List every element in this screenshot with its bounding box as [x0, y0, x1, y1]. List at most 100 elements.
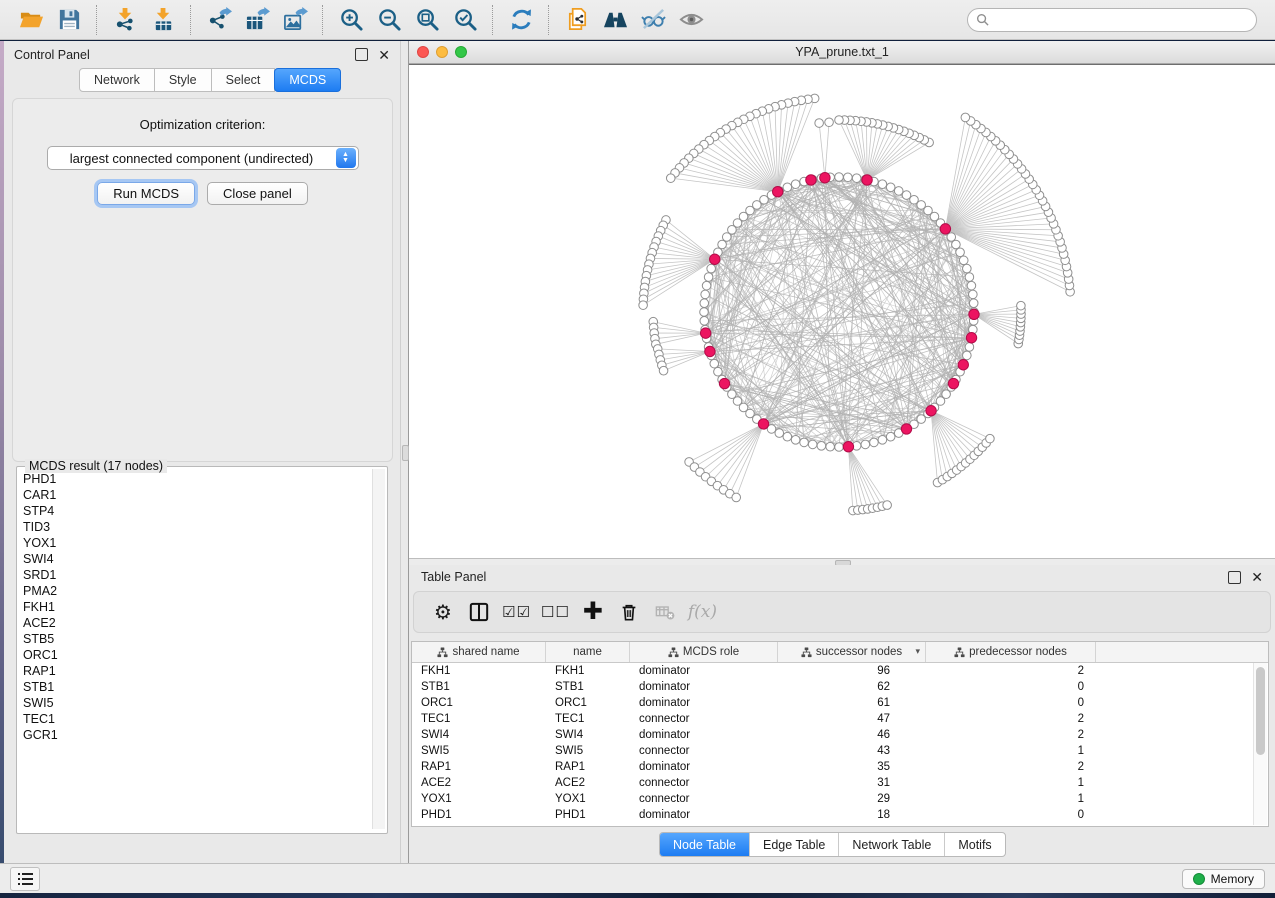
- network-node[interactable]: [844, 173, 853, 182]
- mcds-node[interactable]: [940, 224, 950, 234]
- mcds-result-item[interactable]: PHD1: [23, 471, 371, 487]
- mcds-node[interactable]: [901, 424, 911, 434]
- table-row[interactable]: FKH1FKH1dominator962: [412, 663, 1268, 679]
- criterion-dropdown[interactable]: largest connected component (undirected)…: [47, 146, 359, 170]
- mcds-result-item[interactable]: GCR1: [23, 727, 371, 743]
- table-row[interactable]: ACE2ACE2connector311: [412, 775, 1268, 791]
- network-node[interactable]: [878, 180, 887, 189]
- import-network-button[interactable]: [108, 4, 142, 36]
- tab-network-table[interactable]: Network Table: [838, 833, 944, 856]
- network-node[interactable]: [815, 119, 824, 128]
- network-node[interactable]: [700, 317, 709, 326]
- network-node[interactable]: [965, 343, 974, 352]
- run-mcds-button[interactable]: Run MCDS: [97, 182, 195, 205]
- network-node[interactable]: [710, 359, 719, 368]
- network-node[interactable]: [967, 281, 976, 290]
- open-file-button[interactable]: [14, 4, 48, 36]
- import-table-button[interactable]: [146, 4, 180, 36]
- network-node[interactable]: [791, 180, 800, 189]
- result-list-scrollbar[interactable]: [372, 469, 385, 829]
- network-node[interactable]: [1017, 301, 1026, 310]
- close-window-icon[interactable]: [417, 46, 429, 58]
- network-node[interactable]: [959, 256, 968, 265]
- network-node[interactable]: [783, 432, 792, 441]
- mcds-node[interactable]: [862, 175, 872, 185]
- network-node[interactable]: [902, 191, 911, 200]
- search-input[interactable]: [994, 12, 1248, 28]
- memory-button[interactable]: Memory: [1182, 869, 1265, 889]
- network-node[interactable]: [800, 438, 809, 447]
- column-header-predecessor-nodes[interactable]: predecessor nodes: [926, 642, 1096, 662]
- zoom-fit-button[interactable]: [410, 4, 444, 36]
- zoom-out-button[interactable]: [372, 4, 406, 36]
- mcds-node[interactable]: [773, 187, 783, 197]
- mcds-node[interactable]: [926, 406, 936, 416]
- network-node[interactable]: [969, 299, 978, 308]
- network-node[interactable]: [808, 440, 817, 449]
- mcds-node[interactable]: [806, 175, 816, 185]
- network-node[interactable]: [852, 174, 861, 183]
- table-row[interactable]: ORC1ORC1dominator610: [412, 695, 1268, 711]
- network-node[interactable]: [714, 367, 723, 376]
- network-node[interactable]: [659, 366, 668, 375]
- split-columns-button[interactable]: [466, 597, 492, 627]
- close-panel-icon[interactable]: ✕: [378, 48, 390, 62]
- network-node[interactable]: [704, 273, 713, 282]
- mcds-result-item[interactable]: CAR1: [23, 487, 371, 503]
- vertical-splitter[interactable]: [401, 41, 409, 863]
- mcds-result-item[interactable]: ACE2: [23, 615, 371, 631]
- table-row[interactable]: SWI4SWI4dominator462: [412, 727, 1268, 743]
- clone-network-button[interactable]: [560, 4, 594, 36]
- network-node[interactable]: [666, 174, 675, 183]
- mcds-node[interactable]: [700, 328, 710, 338]
- search-binoculars-button[interactable]: [598, 4, 632, 36]
- network-node[interactable]: [718, 240, 727, 249]
- network-node[interactable]: [986, 434, 995, 443]
- mcds-result-item[interactable]: FKH1: [23, 599, 371, 615]
- export-image-button[interactable]: [278, 4, 312, 36]
- save-session-button[interactable]: [52, 4, 86, 36]
- mcds-node[interactable]: [969, 309, 979, 319]
- splitter-grip[interactable]: [402, 445, 409, 461]
- maximize-window-icon[interactable]: [455, 46, 467, 58]
- mcds-result-item[interactable]: STB5: [23, 631, 371, 647]
- network-node[interactable]: [791, 436, 800, 445]
- network-node[interactable]: [883, 501, 892, 510]
- mcds-result-item[interactable]: RAP1: [23, 663, 371, 679]
- network-node[interactable]: [707, 264, 716, 273]
- table-row[interactable]: RAP1RAP1dominator352: [412, 759, 1268, 775]
- tab-node-table[interactable]: Node Table: [660, 833, 749, 856]
- zoom-selected-button[interactable]: [448, 4, 482, 36]
- table-row[interactable]: YOX1YOX1connector291: [412, 791, 1268, 807]
- add-column-button[interactable]: ✚: [580, 597, 606, 627]
- export-table-button[interactable]: [240, 4, 274, 36]
- network-node[interactable]: [894, 187, 903, 196]
- mcds-result-item[interactable]: SWI4: [23, 551, 371, 567]
- mcds-result-item[interactable]: PMA2: [23, 583, 371, 599]
- tab-motifs[interactable]: Motifs: [944, 833, 1004, 856]
- mcds-node[interactable]: [719, 378, 729, 388]
- network-node[interactable]: [775, 429, 784, 438]
- minimize-window-icon[interactable]: [436, 46, 448, 58]
- select-all-columns-button[interactable]: ☑☑: [502, 597, 531, 627]
- column-header-shared-name[interactable]: shared name: [412, 642, 546, 662]
- network-node[interactable]: [870, 438, 879, 447]
- network-titlebar[interactable]: YPA_prune.txt_1: [409, 41, 1275, 64]
- float-panel-icon[interactable]: [1228, 571, 1241, 584]
- mcds-node[interactable]: [705, 346, 715, 356]
- close-panel-button[interactable]: Close panel: [207, 182, 308, 205]
- network-node[interactable]: [817, 442, 826, 451]
- mcds-result-item[interactable]: SWI5: [23, 695, 371, 711]
- float-panel-icon[interactable]: [355, 48, 368, 61]
- network-node[interactable]: [825, 118, 834, 127]
- mcds-result-item[interactable]: STP4: [23, 503, 371, 519]
- hide-glasses-button[interactable]: [636, 4, 670, 36]
- network-node[interactable]: [963, 351, 972, 360]
- mcds-result-item[interactable]: YOX1: [23, 535, 371, 551]
- tab-network[interactable]: Network: [79, 68, 155, 92]
- table-row[interactable]: STB1STB1dominator620: [412, 679, 1268, 695]
- network-node[interactable]: [700, 308, 709, 317]
- network-node[interactable]: [878, 436, 887, 445]
- network-node[interactable]: [965, 273, 974, 282]
- tab-select[interactable]: Select: [212, 68, 276, 92]
